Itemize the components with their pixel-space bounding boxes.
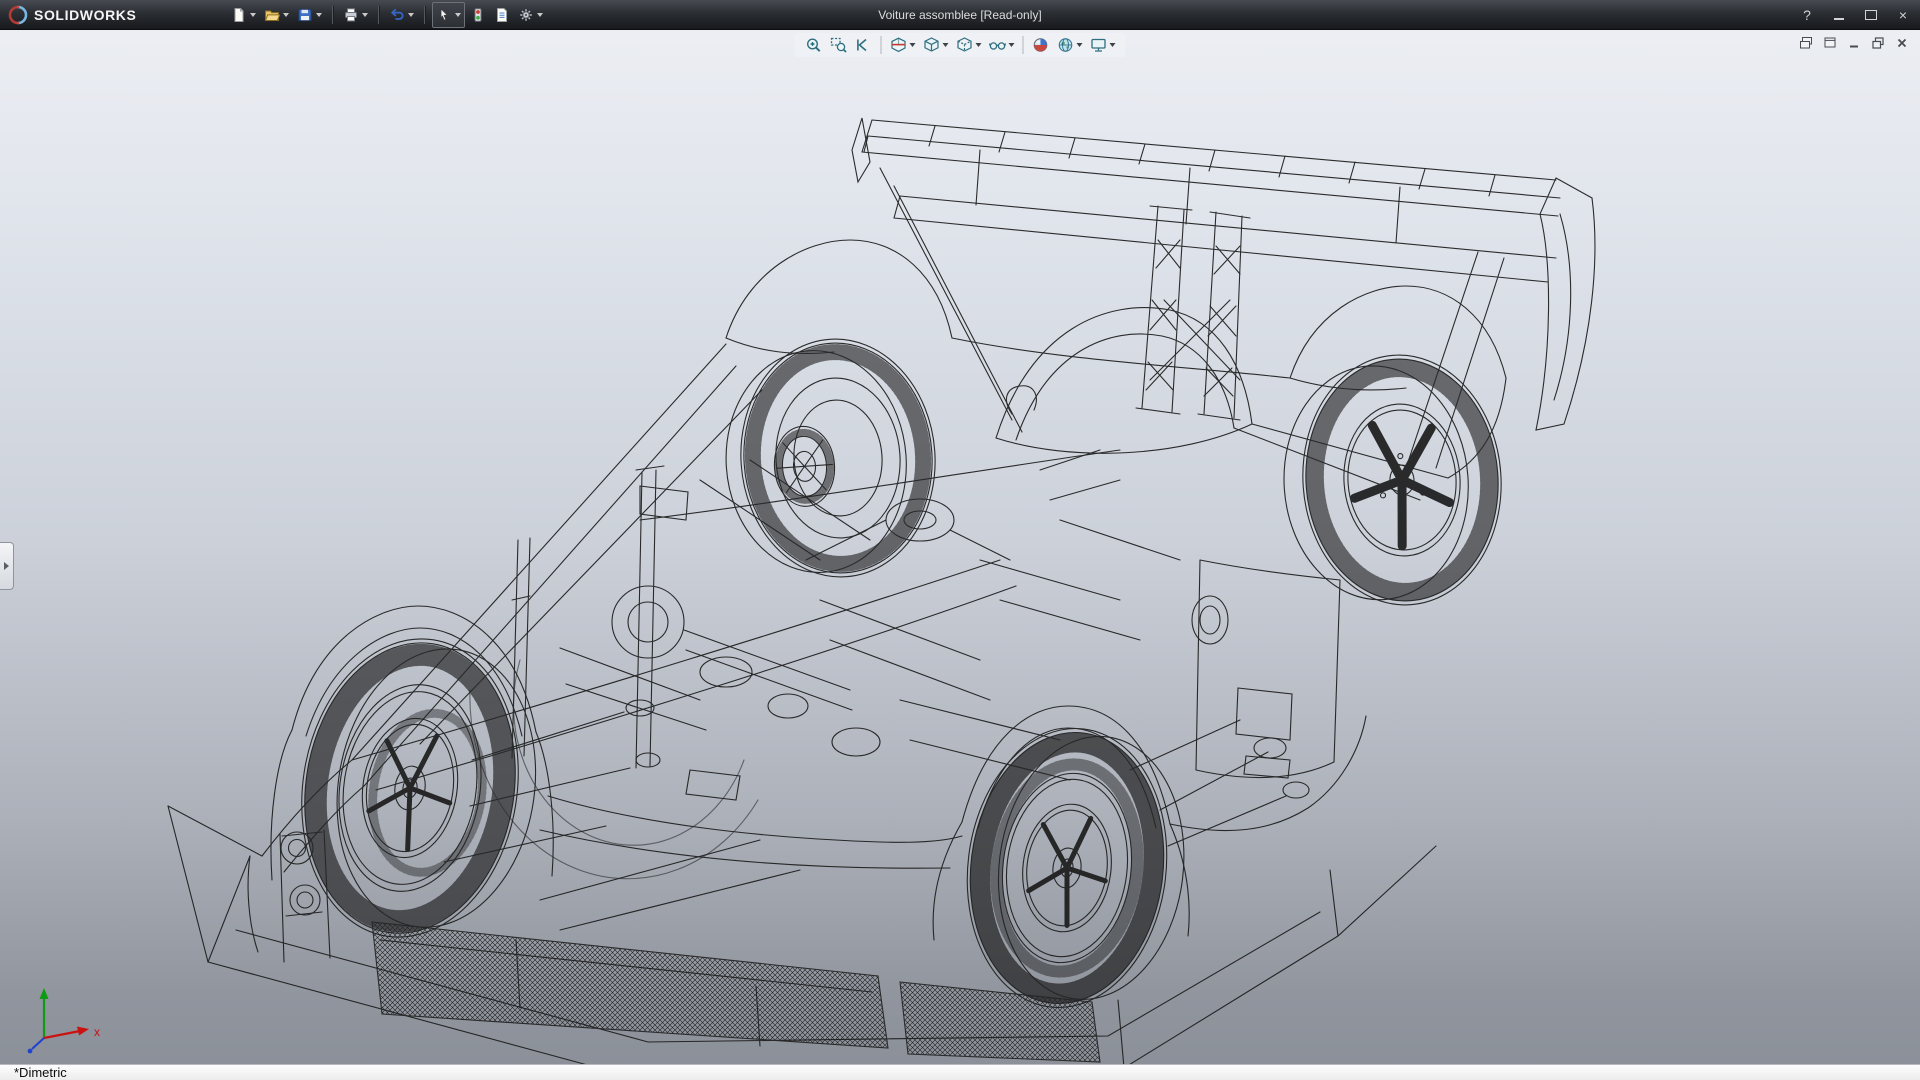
minimize-icon: [1834, 18, 1844, 20]
doc-minimize-button[interactable]: [1845, 34, 1862, 51]
file-properties-icon: [494, 7, 510, 23]
hide-show-items-button[interactable]: [987, 35, 1017, 55]
toolbar-separator: [378, 6, 379, 24]
print-button[interactable]: [340, 3, 371, 27]
window-controls: ? ×: [1798, 0, 1912, 30]
solidworks-brand: SOLIDWORKS: [8, 5, 198, 25]
doc-windows-button[interactable]: [1797, 34, 1814, 51]
chevron-down-icon: [537, 13, 543, 17]
restore-icon: [1870, 35, 1886, 51]
dassault-3ds-logo-icon: [8, 5, 28, 25]
solidworks-app-window: { "title_bar": { "brand": "SOLIDWORKS", …: [0, 0, 1920, 1080]
maximize-icon: [1865, 10, 1877, 20]
doc-close-button[interactable]: [1893, 34, 1910, 51]
document-window-controls: [1797, 34, 1910, 51]
view-cube-icon: [923, 36, 941, 54]
toolbar-separator: [881, 36, 882, 54]
rebuild-traffic-light-icon: [470, 7, 486, 23]
doc-new-window-button[interactable]: [1821, 34, 1838, 51]
triad-x-label: x: [94, 1025, 100, 1039]
maximize-button[interactable]: [1862, 6, 1880, 24]
new-window-icon: [1822, 35, 1838, 51]
windows-icon: [1798, 35, 1814, 51]
previous-view-button[interactable]: [853, 35, 875, 55]
options-button[interactable]: [515, 3, 546, 27]
edit-appearance-button[interactable]: [1030, 35, 1052, 55]
print-icon: [343, 7, 359, 23]
chevron-down-icon: [316, 13, 322, 17]
title-bar: SOLIDWORKS: [0, 0, 1920, 30]
chevron-down-icon: [910, 43, 916, 47]
display-style-button[interactable]: [954, 35, 984, 55]
select-cursor-icon: [436, 7, 452, 23]
rear-wing: [852, 118, 1595, 468]
file-properties-button[interactable]: [491, 3, 513, 27]
view-orientation-label: *Dimetric: [14, 1065, 67, 1080]
undo-button[interactable]: [386, 3, 417, 27]
title-toolbar: [228, 2, 546, 28]
wireframe-car-drawing: [0, 30, 1920, 1080]
monitor-icon: [1090, 36, 1108, 54]
featuremanager-collapse-tab[interactable]: [0, 542, 14, 590]
section-view-button[interactable]: [888, 35, 918, 55]
toolbar-separator: [332, 6, 333, 24]
apply-scene-button[interactable]: [1055, 35, 1085, 55]
select-button[interactable]: [432, 2, 465, 28]
appearance-ball-icon: [1032, 36, 1050, 54]
chevron-down-icon: [1009, 43, 1015, 47]
doc-restore-button[interactable]: [1869, 34, 1886, 51]
chevron-down-icon: [362, 13, 368, 17]
chevron-down-icon: [1110, 43, 1116, 47]
orientation-triad: x: [18, 980, 128, 1060]
view-orientation-button[interactable]: [921, 35, 951, 55]
magnifier-area-icon: [830, 36, 848, 54]
heads-up-view-toolbar: [795, 33, 1126, 57]
scene-globe-icon: [1057, 36, 1075, 54]
display-style-cube-icon: [956, 36, 974, 54]
status-bar: *Dimetric: [0, 1064, 1920, 1080]
chevron-down-icon: [976, 43, 982, 47]
chevron-down-icon: [283, 13, 289, 17]
suspension-drivetrain: [444, 460, 1309, 862]
previous-view-arrow-icon: [855, 36, 873, 54]
wheel-rear-right: [1276, 348, 1510, 613]
eyeglasses-icon: [989, 36, 1007, 54]
view-settings-button[interactable]: [1088, 35, 1118, 55]
new-document-button[interactable]: [228, 3, 259, 27]
chassis-floor: [208, 840, 1436, 1076]
document-title: Voiture assomblee [Read-only]: [878, 8, 1041, 22]
minimize-icon: [1846, 35, 1862, 51]
close-icon: [1894, 35, 1910, 51]
magnifier-fit-icon: [805, 36, 823, 54]
new-document-icon: [231, 7, 247, 23]
chevron-down-icon: [250, 13, 256, 17]
toolbar-separator: [424, 6, 425, 24]
wheel-rear-left: [952, 717, 1200, 1021]
minimize-button[interactable]: [1830, 6, 1848, 24]
zoom-to-area-button[interactable]: [828, 35, 850, 55]
graphics-viewport[interactable]: x *Dimetric: [0, 30, 1920, 1080]
chevron-right-icon: [4, 562, 9, 570]
options-gear-icon: [518, 7, 534, 23]
undo-arrow-icon: [389, 7, 405, 23]
toolbar-separator: [1023, 36, 1024, 54]
chevron-down-icon: [1077, 43, 1083, 47]
open-folder-icon: [264, 7, 280, 23]
brand-text: SOLIDWORKS: [34, 7, 136, 23]
chevron-down-icon: [408, 13, 414, 17]
zoom-to-fit-button[interactable]: [803, 35, 825, 55]
save-floppy-icon: [297, 7, 313, 23]
help-button[interactable]: ?: [1798, 6, 1816, 24]
chevron-down-icon: [455, 13, 461, 17]
close-button[interactable]: ×: [1894, 6, 1912, 24]
rebuild-button[interactable]: [467, 3, 489, 27]
wheel-front-right: [718, 333, 943, 585]
open-button[interactable]: [261, 3, 292, 27]
save-button[interactable]: [294, 3, 325, 27]
section-cube-icon: [890, 36, 908, 54]
chevron-down-icon: [943, 43, 949, 47]
